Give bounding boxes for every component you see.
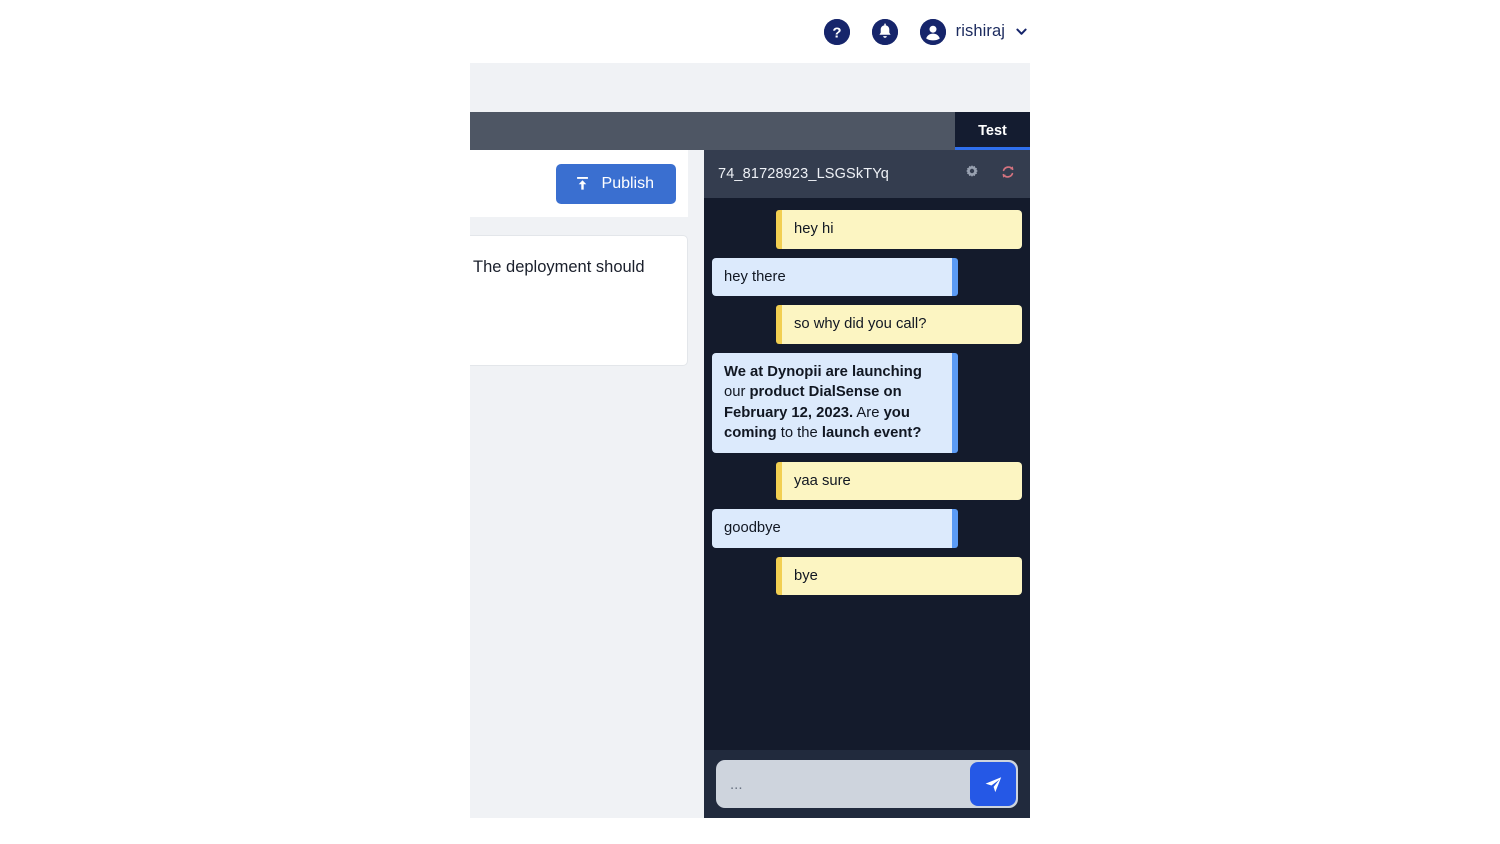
toolbar-strip (470, 63, 1030, 112)
editor-card[interactable]: The deployment should (470, 235, 688, 366)
send-button[interactable] (970, 762, 1016, 806)
gear-icon[interactable] (964, 164, 980, 185)
editor-pane: Publish The deployment should (470, 150, 704, 818)
user-message-bubble: We at Dynopii are launching our product … (712, 352, 958, 453)
chat-message-row: yaa sure (712, 461, 1022, 500)
user-avatar-icon (919, 18, 946, 45)
chat-message-row: hey hi (712, 210, 1022, 249)
chat-header-actions (964, 164, 1016, 185)
tab-test-label: Test (978, 123, 1007, 139)
user-name-label: rishiraj (955, 22, 1005, 40)
svg-text:?: ? (832, 24, 841, 41)
user-menu[interactable]: rishiraj (919, 18, 1028, 45)
chat-panel: 74_81728923_LSGSkTYq hey hi hey there so… (704, 150, 1030, 818)
question-mark-icon: ? (823, 18, 850, 45)
bot-message-bubble: yaa sure (776, 461, 1022, 500)
chat-input-wrapper (716, 760, 1018, 808)
tab-test[interactable]: Test (955, 112, 1030, 150)
app-root: ? rishiraj Test Publish The deployment s… (0, 0, 1500, 844)
publish-button[interactable]: Publish (555, 163, 676, 204)
send-paper-plane-icon (983, 774, 1004, 795)
user-message-bubble: hey there (712, 257, 958, 296)
bot-message-bubble: bye (776, 556, 1022, 595)
user-message-bubble: goodbye (712, 509, 958, 548)
chat-message-input[interactable] (716, 760, 970, 808)
tab-bar: Test (470, 112, 1030, 150)
bell-icon (871, 18, 898, 45)
chat-message-list[interactable]: hey hi hey there so why did you call? We at… (704, 198, 1030, 750)
chat-message-row: bye (712, 556, 1022, 595)
refresh-icon[interactable] (1000, 164, 1016, 185)
bot-message-bubble: hey hi (776, 210, 1022, 249)
chat-session-id: 74_81728923_LSGSkTYq (718, 166, 889, 182)
bot-message-bubble: so why did you call? (776, 305, 1022, 344)
help-button[interactable]: ? (823, 18, 850, 45)
chat-message-row: so why did you call? (712, 305, 1022, 344)
header-icon-group: ? rishiraj (823, 18, 1028, 45)
chat-message-row: goodbye (712, 509, 1022, 548)
top-header: ? rishiraj (0, 0, 1500, 63)
notifications-button[interactable] (871, 18, 898, 45)
editor-toolbar: Publish (470, 150, 688, 217)
upload-icon (574, 175, 591, 192)
chat-message-row: We at Dynopii are launching our product … (712, 352, 1022, 453)
editor-note-text: The deployment should (473, 258, 645, 276)
chat-input-area (704, 750, 1030, 818)
chat-message-row: hey there (712, 257, 1022, 296)
chevron-down-icon[interactable] (1015, 25, 1028, 38)
chat-panel-header: 74_81728923_LSGSkTYq (704, 150, 1030, 198)
app-window: Test Publish The deployment should 74_81… (470, 63, 1030, 818)
publish-button-label: Publish (601, 174, 654, 192)
app-body: Publish The deployment should 74_8172892… (470, 150, 1030, 818)
